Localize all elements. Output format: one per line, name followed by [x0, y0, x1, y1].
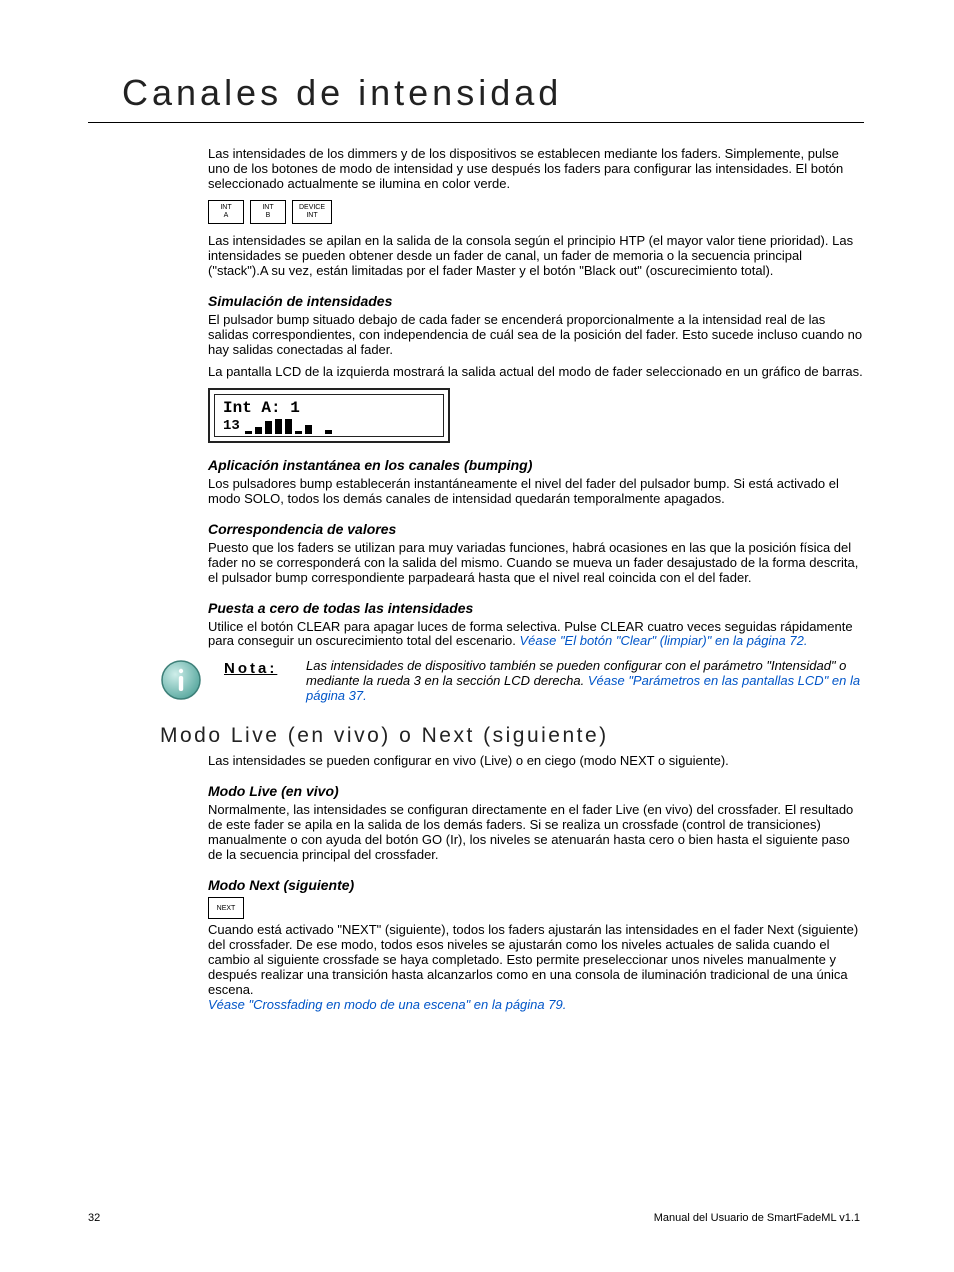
bumping-paragraph: Los pulsadores bump establecerán instant…	[208, 477, 864, 507]
next-text: Cuando está activado "NEXT" (siguiente),…	[208, 922, 858, 997]
next-mode-heading: Modo Next (siguiente)	[208, 877, 864, 893]
zero-heading: Puesta a cero de todas las intensidades	[208, 600, 864, 616]
correspondence-paragraph: Puesto que los faders se utilizan para m…	[208, 541, 864, 586]
bumping-heading: Aplicación instantánea en los canales (b…	[208, 457, 864, 473]
device-int-button[interactable]: DEVICE INT	[292, 200, 332, 224]
crossfading-link[interactable]: Véase "Crossfading en modo de una escena…	[208, 997, 566, 1012]
bar-icon	[295, 431, 302, 434]
device-int-line2: INT	[306, 212, 317, 219]
lcd-value: 13	[223, 418, 240, 434]
live-mode-heading: Modo Live (en vivo)	[208, 783, 864, 799]
int-a-button[interactable]: INT A	[208, 200, 244, 224]
clear-link[interactable]: Véase "El botón "Clear" (limpiar)" en la…	[519, 633, 807, 648]
simulation-heading: Simulación de intensidades	[208, 293, 864, 309]
footer-right-text: Manual del Usuario de SmartFadeML v1.1	[654, 1212, 860, 1224]
page-number: 32	[88, 1212, 100, 1224]
simulation-p2: La pantalla LCD de la izquierda mostrará…	[208, 365, 864, 380]
lcd-bar-row: 13	[223, 418, 435, 434]
int-b-button[interactable]: INT B	[250, 200, 286, 224]
lcd-line1: Int A: 1	[223, 399, 435, 417]
zero-paragraph: Utilice el botón CLEAR para apagar luces…	[208, 620, 864, 650]
device-int-line1: DEVICE	[299, 204, 325, 211]
intro-text: Las intensidades de los dimmers y de los…	[208, 147, 864, 192]
note-block: Nota: Las intensidades de dispositivo ta…	[208, 659, 864, 706]
next-button[interactable]: NEXT	[208, 897, 244, 919]
page-title: Canales de intensidad	[122, 72, 864, 114]
bar-icon	[265, 421, 272, 434]
bar-icon	[325, 430, 332, 434]
page-footer: 32 Manual del Usuario de SmartFadeML v1.…	[88, 1212, 860, 1224]
bar-icon	[255, 427, 262, 434]
int-b-line1: INT	[262, 204, 273, 211]
live-next-heading: Modo Live (en vivo) o Next (siguiente)	[160, 724, 864, 748]
next-mode-paragraph: Cuando está activado "NEXT" (siguiente),…	[208, 923, 864, 1013]
int-a-line1: INT	[220, 204, 231, 211]
note-label: Nota:	[224, 659, 288, 677]
int-a-line2: A	[224, 212, 229, 219]
note-text: Las intensidades de dispositivo también …	[306, 659, 864, 704]
correspondence-heading: Correspondencia de valores	[208, 521, 864, 537]
live-intro-paragraph: Las intensidades se pueden configurar en…	[208, 754, 864, 769]
title-rule	[88, 122, 864, 123]
lcd-display: Int A: 1 13	[208, 388, 450, 442]
bar-icon	[275, 419, 282, 434]
bar-icon	[285, 419, 292, 434]
simulation-p1: El pulsador bump situado debajo de cada …	[208, 313, 864, 358]
bar-icon	[305, 425, 312, 434]
intensity-mode-buttons: INT A INT B DEVICE INT	[208, 200, 864, 224]
bar-icon	[245, 431, 252, 434]
htp-paragraph: Las intensidades se apilan en la salida …	[208, 234, 864, 279]
live-mode-paragraph: Normalmente, las intensidades se configu…	[208, 803, 864, 863]
next-button-label: NEXT	[217, 905, 236, 912]
info-icon	[160, 659, 206, 706]
int-b-line2: B	[266, 212, 271, 219]
